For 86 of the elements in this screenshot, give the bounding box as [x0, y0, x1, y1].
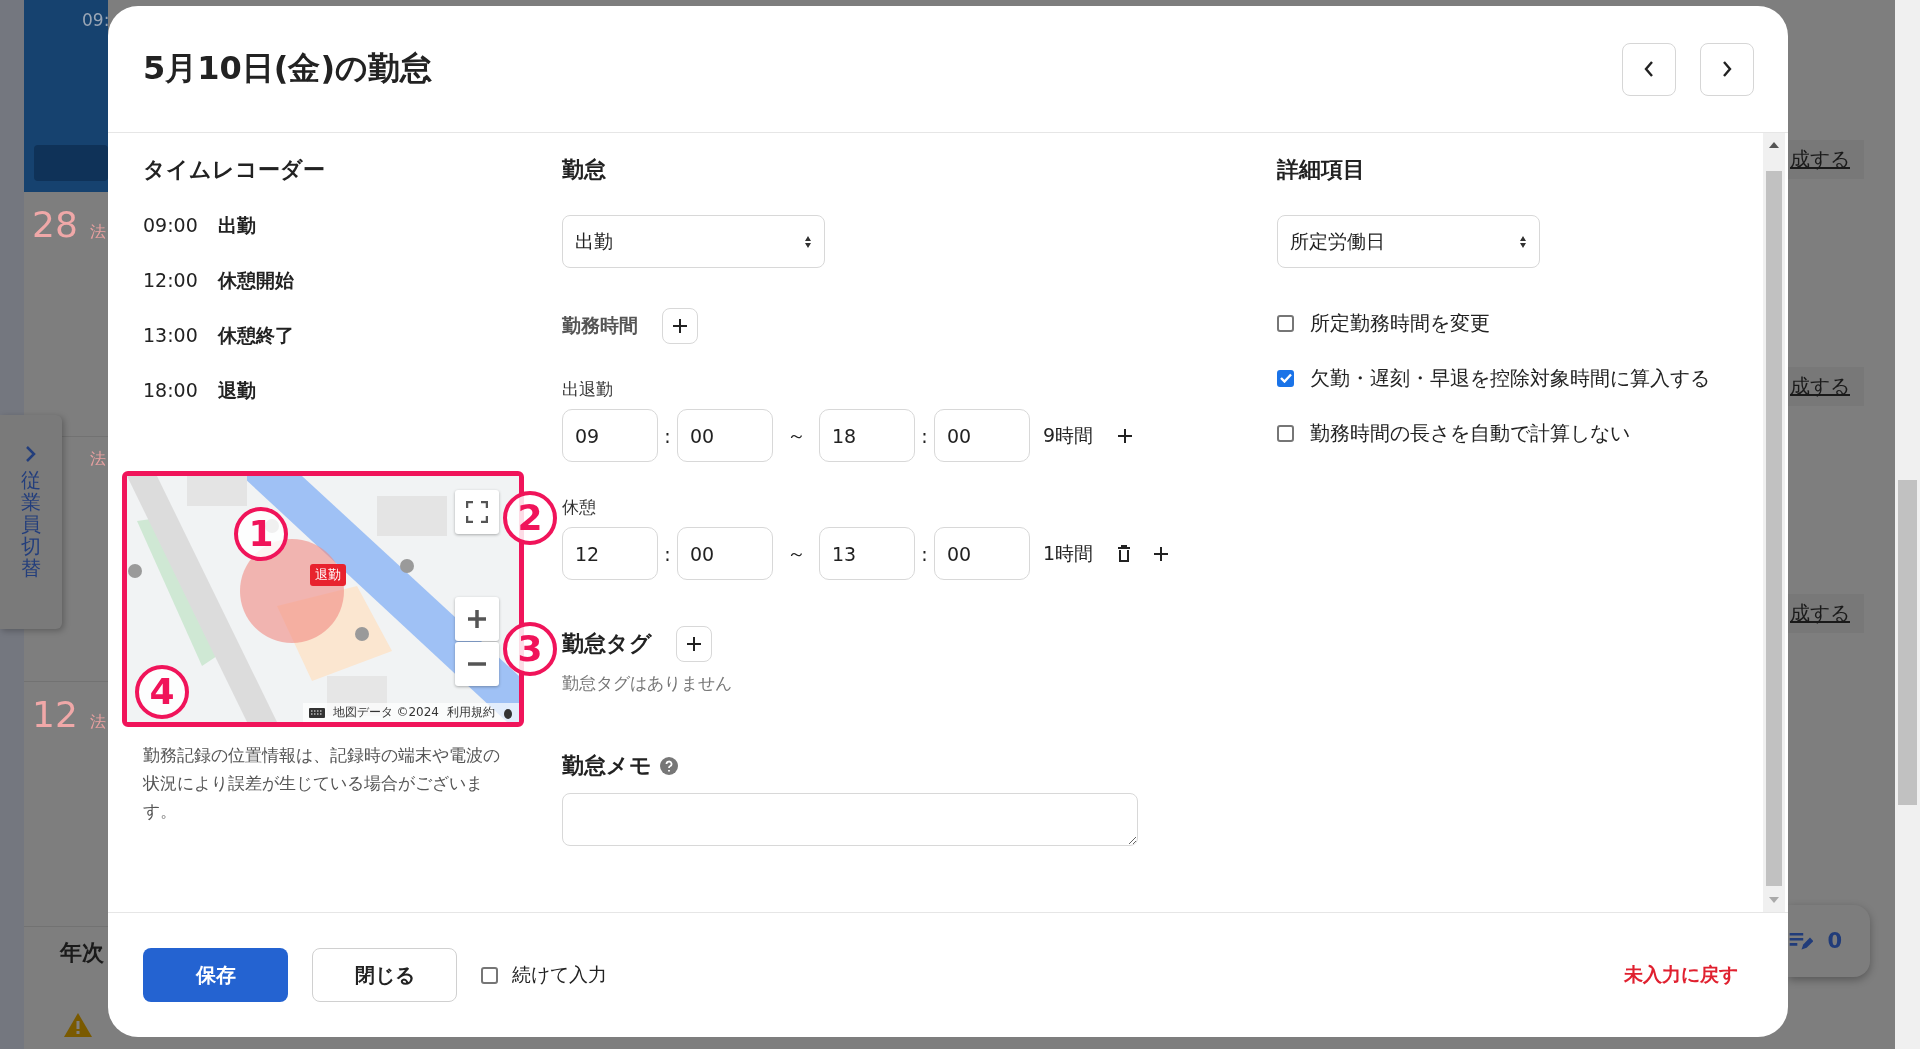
record-type: 休憩終了 — [217, 323, 294, 348]
close-button[interactable]: 閉じる — [312, 948, 457, 1002]
time-label: 09: — [82, 10, 110, 30]
calendar-date: 28 — [32, 204, 78, 245]
page-scrollbar[interactable] — [1895, 0, 1920, 1049]
updown-caret-icon — [1519, 234, 1527, 249]
checkbox[interactable] — [1277, 424, 1294, 442]
map-attribution: 地図データ ©2024 — [332, 704, 439, 721]
add-button[interactable] — [676, 626, 712, 662]
section-title: 勤怠メモ — [562, 752, 652, 780]
range-separator: ～ — [785, 540, 807, 566]
minute-field[interactable]: 00 — [934, 527, 1030, 580]
field-label: 休憩 — [562, 496, 597, 519]
duration-label: 9時間 — [1043, 422, 1094, 448]
plus-icon — [1153, 545, 1170, 562]
terms-link[interactable]: 利用規約 — [447, 704, 495, 721]
record-time: 13:00 — [143, 323, 198, 348]
keyboard-icon[interactable] — [308, 707, 325, 718]
checkbox-label: 続けて入力 — [512, 962, 607, 987]
plus-icon — [1117, 427, 1134, 444]
plus-icon — [672, 318, 688, 334]
zoom-out-button[interactable] — [455, 642, 499, 686]
record-type: 休憩開始 — [217, 268, 294, 293]
chevron-right-icon — [1721, 60, 1733, 78]
section-title: タイムレコーダー — [143, 156, 326, 184]
save-button[interactable]: 保存 — [143, 948, 288, 1002]
location-note: 勤務記録の位置情報は、記録時の端末や電波の状況により誤差が生じている場合がございます。 — [143, 744, 501, 823]
time-separator: : — [920, 542, 929, 565]
time-separator: : — [663, 542, 672, 565]
section-title: 詳細項目 — [1277, 156, 1366, 184]
minus-icon — [467, 662, 487, 666]
day-type-select[interactable]: 所定労働日 — [1277, 215, 1540, 268]
record-time: 12:00 — [143, 268, 198, 293]
hour-field[interactable]: 13 — [819, 527, 915, 580]
chevron-right-icon — [25, 445, 37, 463]
dialog-title: 5月10日(金)の勤怠 — [143, 48, 434, 89]
checkbox-label: 欠勤・遅刻・早退を控除対象時間に算入する — [1310, 365, 1710, 392]
plus-icon — [467, 609, 487, 629]
attendance-select[interactable]: 出勤 — [562, 215, 825, 268]
field-label: 出退勤 — [562, 378, 614, 401]
section-title: 勤怠 — [562, 156, 607, 184]
empty-message: 勤怠タグはありません — [562, 672, 733, 695]
record-type: 退勤 — [217, 378, 256, 403]
checkbox[interactable] — [481, 966, 498, 984]
hour-field[interactable]: 12 — [562, 527, 658, 580]
updown-caret-icon — [804, 234, 812, 249]
minute-field[interactable]: 00 — [677, 527, 773, 580]
fullscreen-icon — [466, 501, 488, 523]
section-title: 勤怠タグ — [562, 630, 652, 658]
plus-icon — [686, 636, 702, 652]
holiday-label: 法 — [90, 449, 106, 470]
minute-field[interactable]: 00 — [677, 409, 773, 462]
map-marker[interactable]: 退勤 — [310, 564, 346, 586]
scrollbar[interactable] — [1763, 133, 1785, 912]
checkbox[interactable] — [1277, 369, 1294, 387]
hour-field[interactable]: 18 — [819, 409, 915, 462]
range-separator: ～ — [785, 422, 807, 448]
record-time: 09:00 — [143, 213, 198, 238]
create-link[interactable]: 成する — [1788, 594, 1864, 633]
create-link[interactable]: 成する — [1788, 140, 1864, 179]
subsection-title: 勤務時間 — [562, 313, 638, 338]
time-separator: : — [663, 424, 672, 447]
minute-field[interactable]: 00 — [934, 409, 1030, 462]
add-button[interactable] — [662, 308, 698, 344]
checkbox[interactable] — [1277, 314, 1294, 332]
reset-link[interactable]: 未入力に戻す — [1624, 962, 1738, 988]
holiday-label: 法 — [90, 712, 106, 733]
duration-label: 1時間 — [1043, 540, 1094, 566]
memo-field[interactable] — [562, 793, 1138, 846]
checkbox-label: 勤務時間の長さを自動で計算しない — [1310, 420, 1630, 447]
warning-icon — [63, 1012, 93, 1038]
section-title: 年次 — [60, 939, 104, 967]
hour-field[interactable]: 09 — [562, 409, 658, 462]
time-separator: : — [920, 424, 929, 447]
fullscreen-button[interactable] — [455, 490, 499, 534]
checkbox-label: 所定勤務時間を変更 — [1310, 310, 1490, 337]
record-type: 出勤 — [217, 213, 256, 238]
record-time: 18:00 — [143, 378, 198, 403]
trash-icon — [1117, 545, 1132, 562]
holiday-label: 法 — [90, 222, 106, 243]
create-link[interactable]: 成する — [1788, 367, 1864, 406]
calendar-date: 12 — [32, 694, 78, 735]
scroll-up-icon[interactable] — [1768, 141, 1780, 149]
help-icon[interactable] — [660, 757, 678, 775]
chevron-left-icon — [1643, 60, 1655, 78]
zoom-in-button[interactable] — [455, 597, 499, 641]
